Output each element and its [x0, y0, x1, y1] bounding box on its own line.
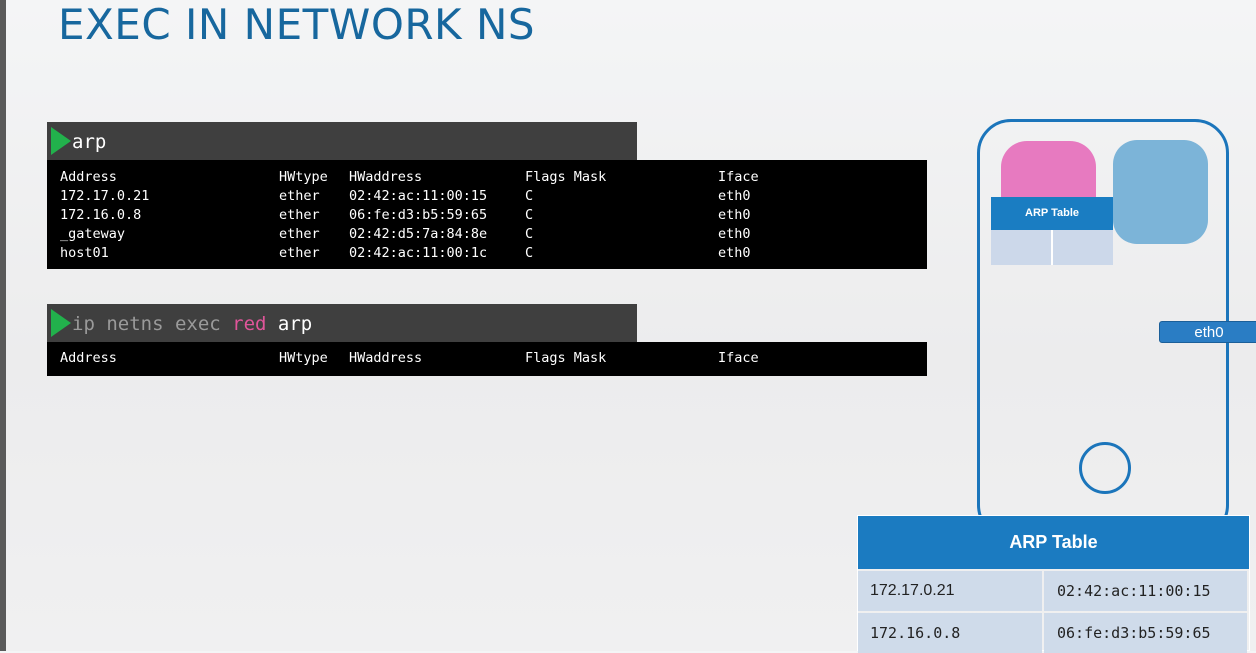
terminal-2-output: Address HWtype HWaddress Flags Mask Ifac… — [47, 342, 927, 376]
arp-flags: C — [525, 226, 534, 242]
arp-flags: C — [525, 188, 534, 204]
column-header-address: Address — [60, 169, 117, 185]
arp-mac-cell: 02:42:ac:11:00:15 — [1044, 571, 1247, 611]
arp-hwaddress: 06:fe:d3:b5:59:65 — [349, 207, 488, 223]
host-arp-table-header: ARP Table — [858, 516, 1249, 569]
column-header-flags-mask: Flags Mask — [525, 169, 607, 185]
column-header-hwaddress: HWaddress — [349, 169, 423, 185]
arp-flags: C — [525, 207, 534, 223]
arp-ip-cell: 172.17.0.21 — [858, 571, 1042, 611]
arp-entry-row: _gateway ether 02:42:d5:7a:84:8e C eth0 — [47, 226, 927, 245]
host-arp-table: ARP Table 172.17.0.21 02:42:ac:11:00:15 … — [857, 515, 1250, 653]
arp-entry-row: 172.17.0.21 ether 02:42:ac:11:00:15 C et… — [47, 188, 927, 207]
host-arp-table-row: 172.17.0.21 02:42:ac:11:00:15 — [858, 571, 1249, 611]
arp-mac-cell: 06:fe:d3:b5:59:65 — [1044, 613, 1247, 653]
arp-entry-row: host01 ether 02:42:ac:11:00:1c C eth0 — [47, 245, 927, 264]
host-process-circle — [1079, 442, 1131, 494]
namespace-arp-table: ARP Table — [991, 197, 1113, 265]
terminal-2-command: ip netns exec red arp — [72, 313, 312, 335]
play-icon — [51, 127, 71, 155]
arp-address: _gateway — [60, 226, 126, 242]
column-header-hwtype: HWtype — [279, 169, 328, 185]
terminal-2-command-bar: ip netns exec red arp — [47, 304, 637, 342]
arp-address: 172.17.0.21 — [60, 188, 150, 204]
terminal-1-command: arp — [72, 131, 107, 153]
arp-iface: eth0 — [718, 226, 751, 242]
column-header-iface: Iface — [718, 169, 759, 185]
play-icon — [51, 309, 71, 337]
arp-entry-row: 172.16.0.8 ether 06:fe:d3:b5:59:65 C eth… — [47, 207, 927, 226]
terminal-1-command-bar: arp — [47, 122, 637, 160]
namespace-arp-table-row — [991, 230, 1113, 265]
terminal-1-header-row: Address HWtype HWaddress Flags Mask Ifac… — [47, 169, 927, 188]
arp-address: 172.16.0.8 — [60, 207, 142, 223]
arp-iface: eth0 — [718, 207, 751, 223]
host-arp-table-row: 172.16.0.8 06:fe:d3:b5:59:65 — [858, 613, 1249, 653]
arp-iface: eth0 — [718, 245, 751, 261]
red-namespace — [1001, 141, 1096, 201]
arp-hwtype: ether — [279, 207, 320, 223]
empty-cell — [991, 230, 1051, 265]
slide-left-edge — [0, 0, 6, 651]
arp-address: host01 — [60, 245, 109, 261]
terminal-2-header-row: Address HWtype HWaddress Flags Mask Ifac… — [47, 350, 927, 369]
column-header-address: Address — [60, 350, 117, 366]
arp-hwtype: ether — [279, 226, 320, 242]
command-namespace: red — [232, 313, 267, 335]
command-suffix: arp — [266, 313, 313, 335]
column-header-hwtype: HWtype — [279, 350, 328, 366]
slide-title: EXEC IN NETWORK NS — [58, 0, 536, 49]
command-prefix: ip netns exec — [72, 313, 233, 335]
arp-hwaddress: 02:42:ac:11:00:1c — [349, 245, 488, 261]
arp-hwaddress: 02:42:ac:11:00:15 — [349, 188, 488, 204]
arp-hwtype: ether — [279, 188, 320, 204]
column-header-iface: Iface — [718, 350, 759, 366]
column-header-flags-mask: Flags Mask — [525, 350, 607, 366]
arp-ip-cell: 172.16.0.8 — [858, 613, 1042, 653]
eth0-interface: eth0 — [1159, 321, 1256, 343]
arp-flags: C — [525, 245, 534, 261]
arp-hwaddress: 02:42:d5:7a:84:8e — [349, 226, 488, 242]
column-header-hwaddress: HWaddress — [349, 350, 423, 366]
arp-iface: eth0 — [718, 188, 751, 204]
empty-cell — [1053, 230, 1113, 265]
arp-hwtype: ether — [279, 245, 320, 261]
namespace-arp-table-header: ARP Table — [991, 197, 1113, 230]
terminal-1-output: Address HWtype HWaddress Flags Mask Ifac… — [47, 160, 927, 269]
blue-namespace — [1113, 140, 1208, 244]
